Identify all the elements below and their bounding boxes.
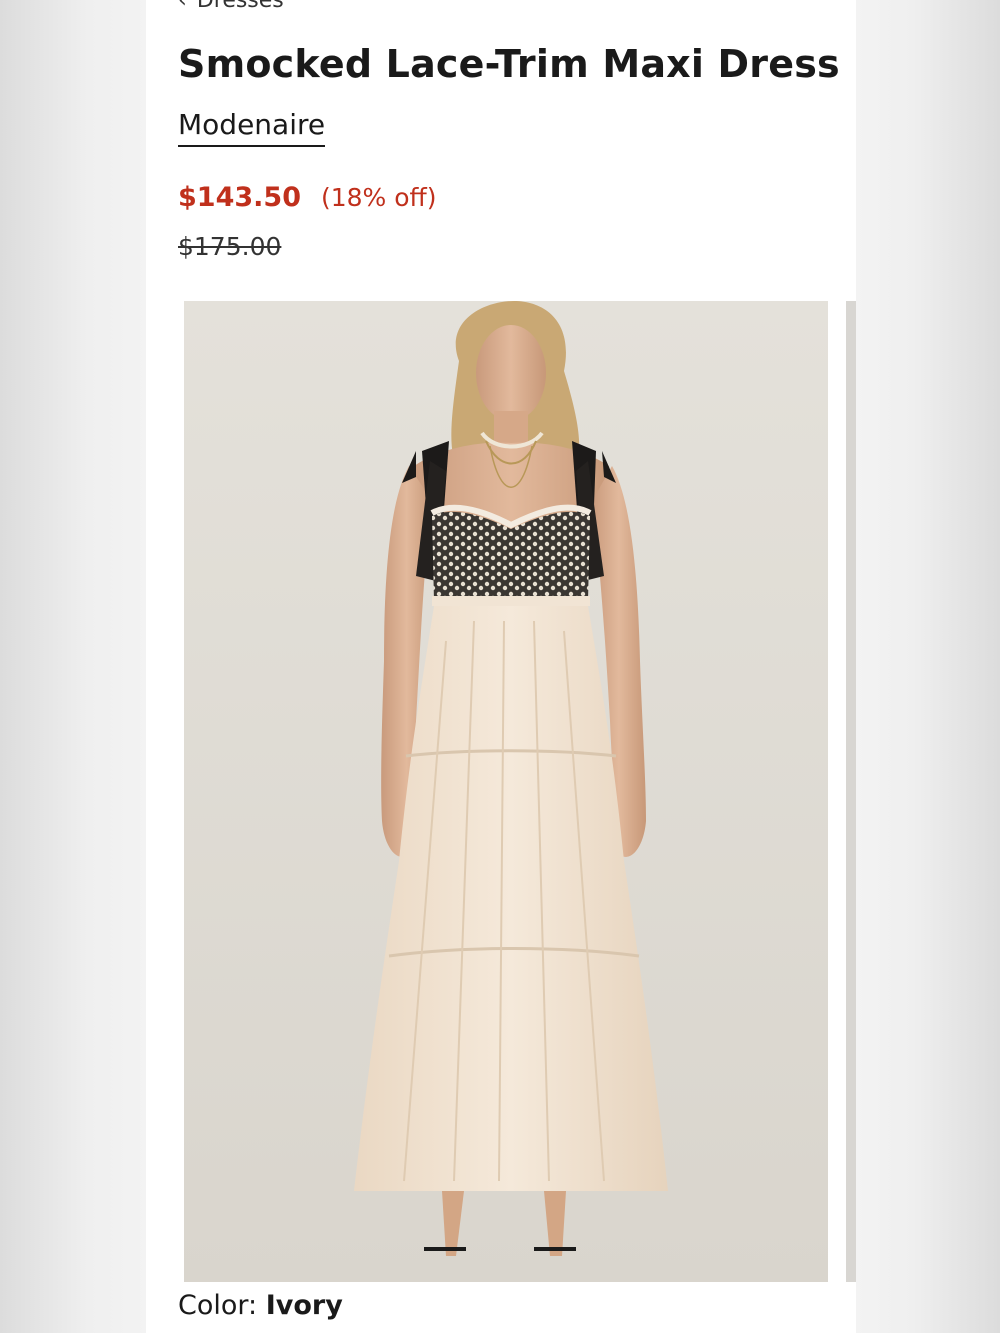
- product-title: Smocked Lace-Trim Maxi Dress: [178, 42, 840, 86]
- original-price: $175.00: [178, 232, 282, 261]
- discount-label: (18% off): [320, 183, 437, 212]
- sale-price: $143.50: [178, 182, 301, 213]
- right-backdrop: [856, 0, 1000, 1333]
- color-selector: Color: Ivory: [178, 1290, 343, 1321]
- color-label: Color:: [178, 1290, 266, 1321]
- brand-link[interactable]: Modenaire: [178, 108, 326, 147]
- dress-photo: [184, 301, 828, 1282]
- breadcrumb-label: Dresses: [196, 0, 284, 13]
- price-row: $143.50 (18% off): [178, 182, 437, 213]
- color-value: Ivory: [265, 1290, 343, 1321]
- breadcrumb[interactable]: ‹ Dresses: [178, 0, 284, 13]
- left-backdrop: [0, 0, 146, 1333]
- product-page: ‹ Dresses Smocked Lace-Trim Maxi Dress M…: [146, 0, 856, 1333]
- next-image-peek[interactable]: [846, 301, 856, 1282]
- product-image[interactable]: [184, 301, 828, 1282]
- chevron-left-icon: ‹: [178, 0, 187, 13]
